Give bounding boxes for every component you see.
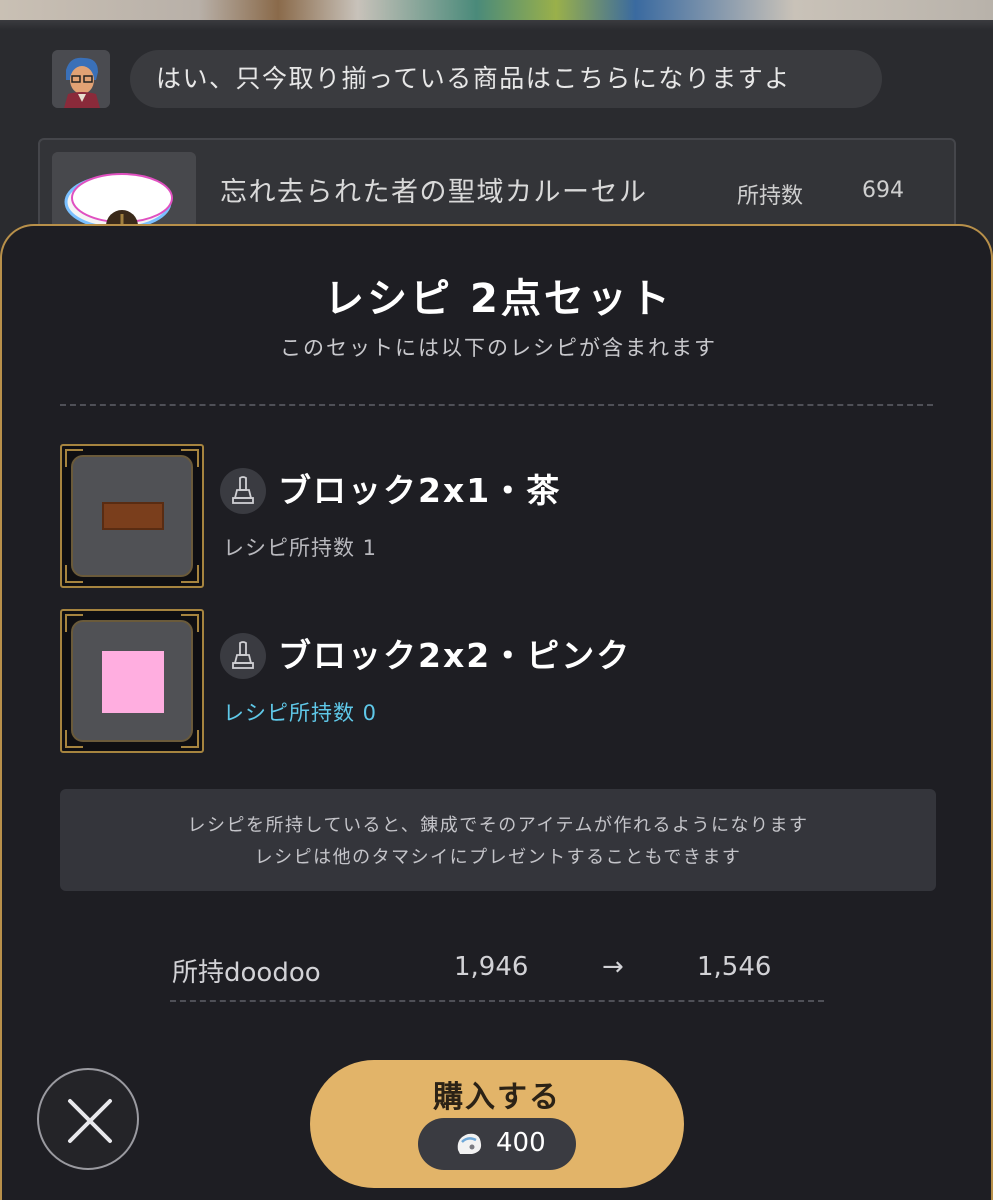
sheet-title: レシピ 2点セット bbox=[324, 276, 673, 322]
price-badge: 400 bbox=[418, 1118, 576, 1170]
info-box: レシピを所持していると、錬成でそのアイテムが作れるようになります レシピは他のタ… bbox=[60, 789, 936, 891]
recipe-owned-count: レシピ所持数 1 bbox=[223, 536, 378, 560]
recipe-item[interactable]: ブロック2x1・茶 レシピ所持数 1 bbox=[60, 444, 940, 588]
close-icon bbox=[68, 1099, 112, 1143]
shop-item-name: 忘れ去られた者の聖域カルーセル bbox=[220, 177, 648, 208]
owned-value: 694 bbox=[862, 178, 904, 203]
recipe-thumbnail bbox=[60, 444, 204, 588]
statue-icon bbox=[220, 468, 266, 514]
recipe-set-sheet: レシピ 2点セット このセットには以下のレシピが含まれます ブロック2x1・茶 … bbox=[0, 224, 993, 1200]
purchase-label: 購入する bbox=[433, 1080, 561, 1115]
price-value: 400 bbox=[496, 1128, 546, 1158]
recipe-item[interactable]: ブロック2x2・ピンク レシピ所持数 0 bbox=[60, 609, 940, 753]
close-button[interactable] bbox=[37, 1068, 139, 1170]
purchase-button[interactable]: 購入する 400 bbox=[310, 1060, 684, 1188]
statue-icon bbox=[220, 633, 266, 679]
recipe-name: ブロック2x2・ピンク bbox=[278, 636, 632, 675]
divider bbox=[60, 404, 933, 406]
npc-speech-bubble: はい、只今取り揃っている商品はこちらになりますよ bbox=[130, 50, 882, 108]
currency-after: 1,546 bbox=[697, 952, 772, 982]
recipe-name: ブロック2x1・茶 bbox=[278, 471, 562, 510]
npc-avatar bbox=[52, 50, 110, 108]
doodoo-currency-icon bbox=[457, 1133, 482, 1154]
recipe-owned-count: レシピ所持数 0 bbox=[223, 701, 378, 725]
arrow-right-icon: → bbox=[602, 952, 624, 982]
info-text: レシピは他のタマシイにプレゼントすることもできます bbox=[254, 847, 742, 868]
owned-label: 所持数 bbox=[737, 184, 804, 209]
game-scene-strip bbox=[0, 0, 993, 20]
brown-block-swatch bbox=[102, 502, 164, 530]
sheet-subtitle: このセットには以下のレシピが含まれます bbox=[280, 336, 717, 360]
currency-before: 1,946 bbox=[454, 952, 529, 982]
currency-label: 所持doodoo bbox=[172, 958, 321, 988]
pink-block-swatch bbox=[102, 651, 164, 713]
scene-shade bbox=[0, 20, 993, 30]
info-text: レシピを所持していると、錬成でそのアイテムが作れるようになります bbox=[187, 815, 809, 836]
currency-change-row: 所持doodoo 1,946 → 1,546 bbox=[170, 948, 824, 1002]
recipe-thumbnail bbox=[60, 609, 204, 753]
